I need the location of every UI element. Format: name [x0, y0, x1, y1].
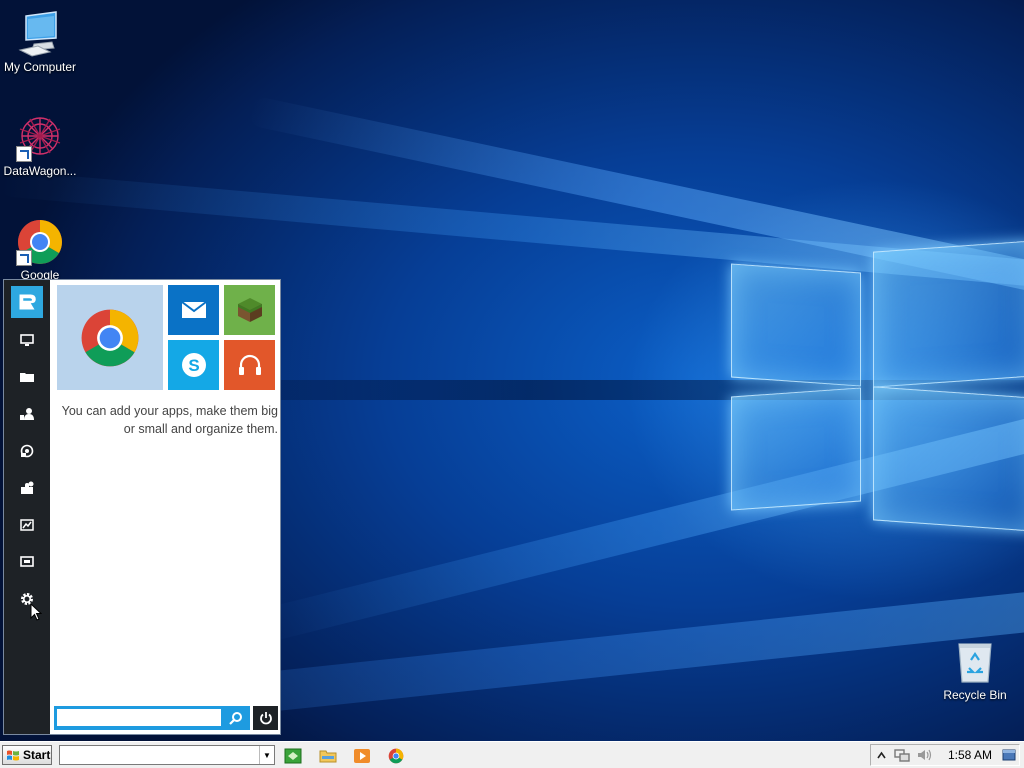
user-icon[interactable]: [11, 399, 43, 429]
chrome-tile[interactable]: [57, 285, 163, 390]
chart-icon[interactable]: [11, 510, 43, 540]
chevron-down-icon[interactable]: ▼: [259, 746, 274, 764]
show-desktop-button[interactable]: [283, 746, 303, 766]
mail-tile[interactable]: [168, 285, 219, 335]
music-tile[interactable]: [224, 340, 275, 390]
start-button[interactable]: Start: [2, 745, 52, 765]
show-desktop-icon[interactable]: [1001, 747, 1017, 763]
svg-text:S: S: [188, 356, 199, 375]
desktop-icon-recycle-bin[interactable]: Recycle Bin: [935, 638, 1015, 702]
logo-pane-br: [873, 386, 1024, 532]
start-menu-hint: You can add your apps, make them big or …: [61, 404, 278, 436]
address-bar[interactable]: ▼: [59, 745, 275, 765]
network-icon[interactable]: [11, 436, 43, 466]
search-input[interactable]: [57, 709, 221, 726]
explorer-icon: [319, 750, 337, 763]
mouse-cursor-icon: [30, 603, 42, 621]
chrome-icon: [388, 748, 404, 764]
monitor-icon[interactable]: [11, 325, 43, 355]
power-icon: [259, 712, 272, 725]
clock[interactable]: 1:58 AM: [948, 748, 992, 762]
desktop-icon-my-computer[interactable]: My Computer: [0, 10, 80, 74]
chrome-icon: [81, 309, 139, 366]
logo-pane-tl: [731, 263, 861, 387]
start-label: Start: [23, 748, 51, 762]
search-button[interactable]: [224, 708, 248, 728]
desktop-icon-label: My Computer: [3, 60, 77, 74]
computer-icon: [16, 10, 64, 58]
shortcut-arrow-icon: [16, 146, 32, 162]
logo-pane-tr: [873, 240, 1024, 388]
folder-icon[interactable]: [11, 362, 43, 392]
app-logo-icon[interactable]: [11, 286, 43, 318]
mail-icon: [180, 301, 207, 318]
search-icon: [229, 712, 242, 725]
skype-tile[interactable]: S: [168, 340, 219, 390]
network-icon[interactable]: [893, 747, 911, 763]
shortcut-arrow-icon: [16, 250, 32, 266]
start-menu-search: [54, 706, 250, 730]
start-menu-rail: [4, 280, 50, 734]
desktop-icon-label: DataWagon...: [3, 164, 77, 178]
show-desktop-icon: [284, 748, 302, 764]
screen-icon[interactable]: [11, 547, 43, 577]
logo-pane-bl: [731, 387, 861, 511]
headphones-icon: [238, 354, 261, 375]
skype-icon: S: [181, 353, 206, 377]
chevron-up-icon[interactable]: [875, 747, 887, 763]
taskbar: Start ▼ 1:58 AM: [0, 741, 1024, 768]
system-tray: 1:58 AM: [870, 744, 1020, 766]
chrome-icon: [16, 218, 64, 266]
media-player-button[interactable]: [352, 746, 372, 766]
minecraft-icon: [237, 298, 262, 322]
desktop-icon-datawagon[interactable]: DataWagon...: [0, 114, 80, 178]
power-button[interactable]: [253, 706, 278, 730]
start-menu: S You can add your apps, make them big o…: [3, 279, 281, 735]
puzzle-icon[interactable]: [11, 473, 43, 503]
recycle-bin-icon: [951, 638, 999, 686]
volume-icon[interactable]: [915, 747, 933, 763]
minecraft-tile[interactable]: [224, 285, 275, 335]
explorer-button[interactable]: [318, 746, 338, 766]
datawagon-icon: [16, 114, 64, 162]
desktop-icon-google[interactable]: Google: [0, 218, 80, 282]
chrome-taskbar-button[interactable]: [386, 746, 406, 766]
windows-flag-icon: [7, 750, 19, 760]
desktop-icon-label: Recycle Bin: [943, 688, 1007, 702]
media-player-icon: [354, 749, 370, 763]
